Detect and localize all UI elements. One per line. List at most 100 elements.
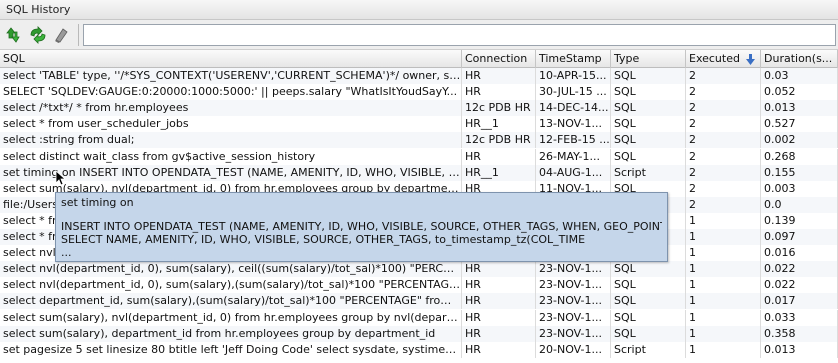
cell-executed: 1: [686, 261, 761, 278]
cell-type: SQL: [611, 325, 686, 342]
cell-executed: 1: [686, 341, 761, 358]
cell-type: SQL: [611, 100, 686, 117]
column-header-timestamp[interactable]: TimeStamp: [536, 50, 611, 68]
cell-duration: 0.033: [761, 309, 838, 326]
cell-connection: HR: [462, 293, 536, 310]
cell-sql: select /*txt*/ * from hr.employees: [0, 100, 462, 117]
cell-connection: HR: [462, 84, 536, 101]
cell-executed: 2: [686, 164, 761, 181]
cell-sql: select :string from dual;: [0, 132, 462, 149]
column-header-type[interactable]: Type: [611, 50, 686, 68]
table-row[interactable]: select 'TABLE' type, ''/*SYS_CONTEXT('US…: [0, 68, 838, 85]
cell-connection: HR: [462, 325, 536, 342]
cell-connection: HR: [462, 341, 536, 358]
cell-connection: HR: [462, 148, 536, 165]
green-up-arrow-icon: [6, 27, 20, 43]
cell-sql: select 'TABLE' type, ''/*SYS_CONTEXT('US…: [0, 68, 462, 84]
cell-connection: 12c PDB HR: [462, 132, 536, 149]
table-row[interactable]: select department_id, sum(salary),(sum(s…: [0, 293, 838, 310]
cell-timestamp: 26-MAY-1...: [536, 148, 611, 165]
toolbar-separator: [78, 24, 79, 46]
cell-executed: 2: [686, 148, 761, 165]
table-row[interactable]: set pagesize 5 set linesize 80 btitle le…: [0, 341, 838, 358]
cell-connection: HR__1: [462, 116, 536, 133]
column-header-executed[interactable]: Executed: [686, 50, 761, 68]
column-header-duration[interactable]: Duration(s...: [761, 50, 838, 68]
cell-duration: 0.016: [761, 245, 838, 262]
cell-duration: 0.03: [761, 68, 838, 84]
cell-executed: 2: [686, 100, 761, 117]
cell-type: SQL: [611, 293, 686, 310]
table-row[interactable]: select sum(salary), department_id from h…: [0, 325, 838, 342]
replace-worksheet-button[interactable]: [28, 25, 48, 45]
cell-duration: 0.013: [761, 341, 838, 358]
cell-type: SQL: [611, 309, 686, 326]
cell-executed: 2: [686, 68, 761, 84]
cell-type: SQL: [611, 261, 686, 278]
column-header-connection[interactable]: Connection: [462, 50, 536, 68]
cell-timestamp: 23-NOV-1...: [536, 309, 611, 326]
cell-duration: 0.358: [761, 325, 838, 342]
cell-timestamp: 14-DEC-14...: [536, 100, 611, 117]
cell-timestamp: 12-FEB-15 ...: [536, 132, 611, 149]
table-row[interactable]: set timing on INSERT INTO OPENDATA_TEST …: [0, 164, 838, 181]
cell-executed: 1: [686, 325, 761, 342]
tooltip-line: set timing on: [61, 196, 134, 209]
cell-timestamp: 30-JUL-15 ...: [536, 84, 611, 101]
cell-type: Script: [611, 164, 686, 181]
cell-timestamp: 23-NOV-1...: [536, 325, 611, 342]
table-row[interactable]: select nvl(department_id, 0), sum(salary…: [0, 277, 838, 294]
cell-type: SQL: [611, 84, 686, 101]
append-to-worksheet-button[interactable]: [5, 25, 25, 45]
cell-connection: HR: [462, 277, 536, 294]
cell-timestamp: 13-NOV-1...: [536, 116, 611, 133]
cell-executed: 1: [686, 277, 761, 294]
table-row[interactable]: select sum(salary), nvl(department_id, 0…: [0, 309, 838, 326]
table-row[interactable]: select nvl(department_id, 0), sum(salary…: [0, 261, 838, 278]
sql-tooltip: set timing on INSERT INTO OPENDATA_TEST …: [55, 192, 668, 262]
cell-sql: select distinct wait_class from gv$activ…: [0, 148, 462, 165]
table-row[interactable]: select :string from dual; 12c PDB HR 12-FE…: [0, 132, 838, 149]
table-row[interactable]: select * from user_scheduler_jobs HR__1 13…: [0, 116, 838, 133]
cell-timestamp: 10-APR-15...: [536, 68, 611, 84]
cell-duration: 0.017: [761, 293, 838, 310]
cell-executed: 1: [686, 212, 761, 229]
table-row[interactable]: select /*txt*/ * from hr.employees 12c PD…: [0, 100, 838, 117]
cell-connection: HR__1: [462, 164, 536, 181]
cell-duration: 0.013: [761, 100, 838, 117]
panel-title: SQL History: [6, 3, 71, 16]
green-arrows-icon: [30, 26, 46, 44]
cell-executed: 2: [686, 132, 761, 149]
cell-duration: 0.139: [761, 212, 838, 229]
cell-sql: set timing on INSERT INTO OPENDATA_TEST …: [0, 164, 462, 181]
cell-type: SQL: [611, 68, 686, 84]
cell-connection: HR: [462, 309, 536, 326]
cell-executed: 1: [686, 293, 761, 310]
cell-connection: 12c PDB HR: [462, 100, 536, 117]
cell-executed: 2: [686, 116, 761, 133]
cell-sql: select sum(salary), nvl(department_id, 0…: [0, 309, 462, 326]
cell-executed: 2: [686, 196, 761, 213]
table-row[interactable]: SELECT 'SQLDEV:GAUGE:0:20000:1000:5000:'…: [0, 84, 838, 101]
column-header-executed-label: Executed: [689, 52, 740, 65]
mouse-pointer-icon: [55, 170, 65, 186]
cell-executed: 1: [686, 229, 761, 245]
cell-duration: 0.022: [761, 261, 838, 278]
cell-sql: SELECT 'SQLDEV:GAUGE:0:20000:1000:5000:'…: [0, 84, 462, 101]
tooltip-line: INSERT INTO OPENDATA_TEST (NAME, AMENITY…: [61, 220, 662, 233]
cell-timestamp: 20-NOV-1...: [536, 341, 611, 358]
column-header-sql[interactable]: SQL: [0, 50, 462, 68]
cell-type: SQL: [611, 116, 686, 133]
cell-sql: select * from user_scheduler_jobs: [0, 116, 462, 133]
cell-sql: select sum(salary), department_id from h…: [0, 325, 462, 342]
cell-sql: select department_id, sum(salary),(sum(s…: [0, 293, 462, 310]
cell-duration: 0.003: [761, 180, 838, 197]
cell-connection: HR: [462, 261, 536, 278]
table-row[interactable]: select distinct wait_class from gv$activ…: [0, 148, 838, 165]
cell-duration: 0.002: [761, 132, 838, 149]
cell-executed: 1: [686, 245, 761, 262]
clear-history-button[interactable]: [51, 25, 71, 45]
history-filter-input[interactable]: [83, 24, 836, 46]
toolbar: [0, 20, 838, 50]
cell-type: SQL: [611, 132, 686, 149]
